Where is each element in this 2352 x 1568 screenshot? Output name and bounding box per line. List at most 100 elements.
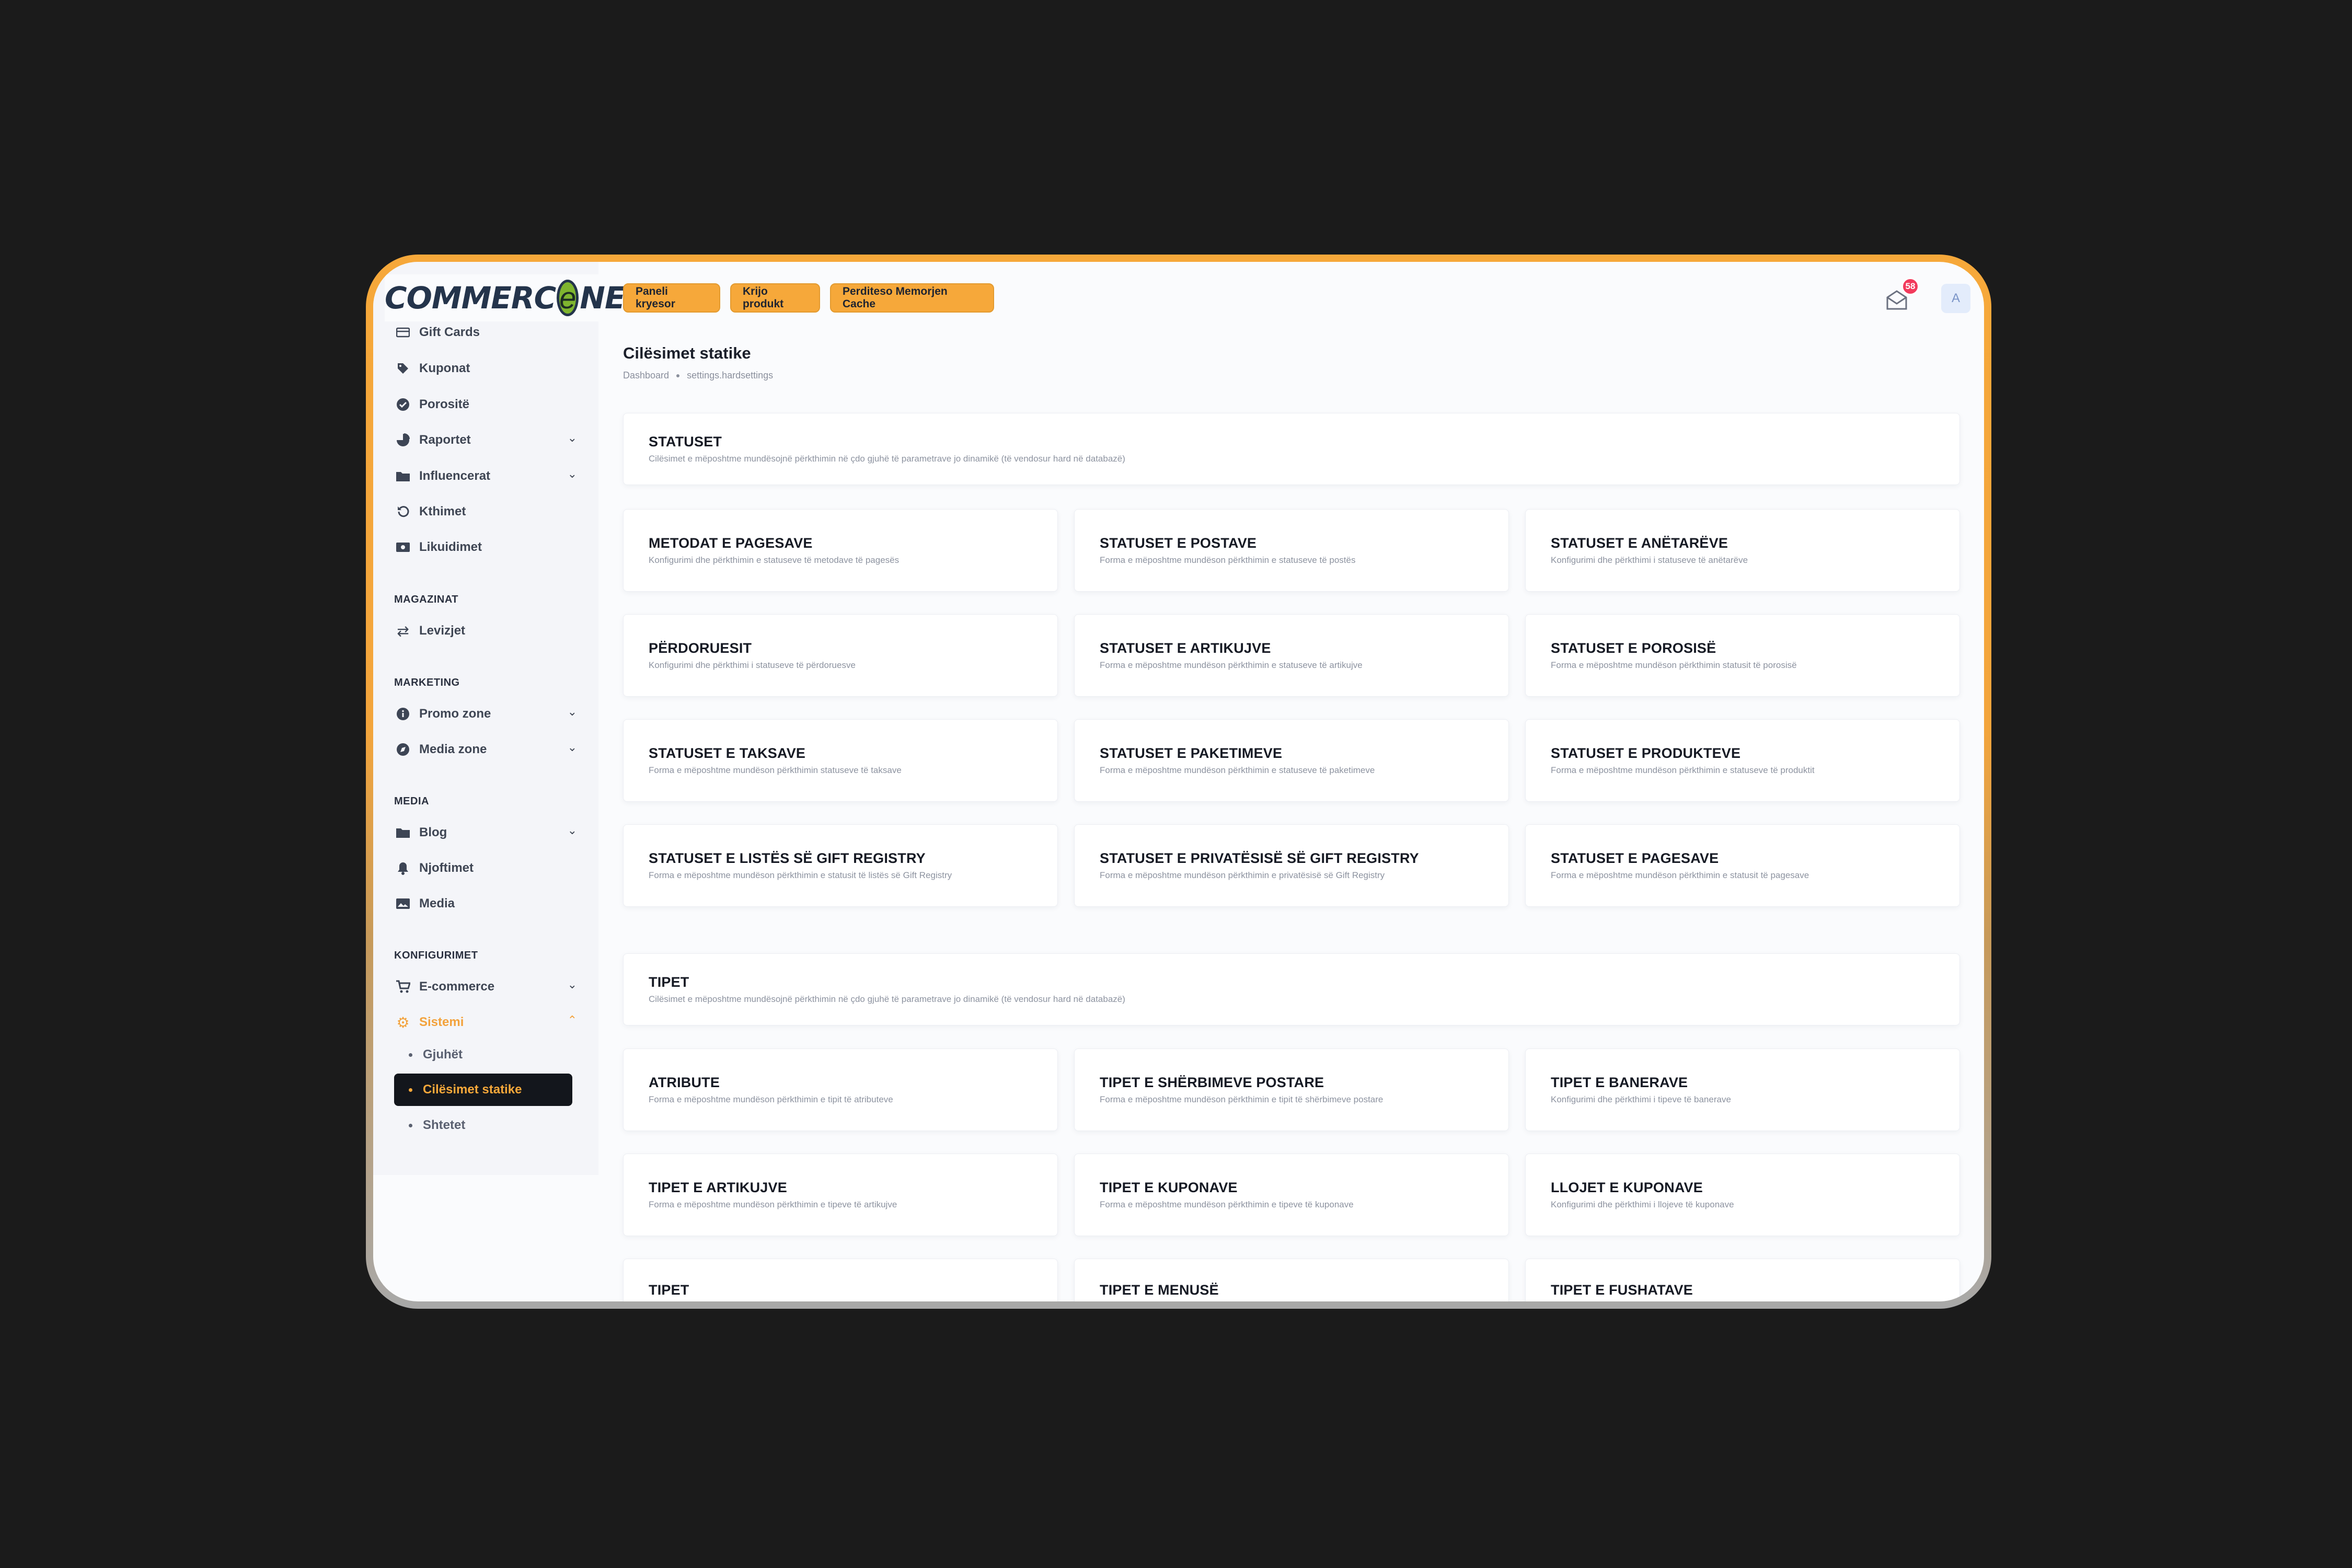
images-icon: [394, 895, 412, 913]
breadcrumb: Dashboard settings.hardsettings: [623, 370, 773, 381]
card-desc: Forma e mëposhtme mundëson përkthimin e …: [649, 870, 952, 880]
settings-card[interactable]: TIPET E MENUSË: [1074, 1259, 1509, 1301]
sidebar-item-blog[interactable]: Blog ⌄: [394, 817, 577, 848]
info-icon: [394, 705, 412, 723]
tag-icon: [394, 360, 412, 377]
sidebar-item-promo-zone[interactable]: Promo zone ⌄: [394, 699, 577, 729]
submenu-item-gjuhet[interactable]: Gjuhët: [394, 1039, 572, 1071]
settings-card[interactable]: STATUSET E ANËTARËVE Konfigurimi dhe për…: [1525, 509, 1960, 592]
chevron-up-icon: ⌃: [567, 1013, 577, 1027]
section-title-media: MEDIA: [394, 795, 429, 807]
folder-icon: [394, 824, 412, 841]
card-desc: Konfigurimi dhe përkthimin e statuseve t…: [649, 555, 900, 565]
avatar[interactable]: A: [1941, 284, 1970, 313]
sidebar-item-label: Media: [419, 896, 455, 910]
sidebar-item-njoftimet[interactable]: Njoftimet: [394, 853, 577, 883]
notification-badge: 58: [1901, 278, 1919, 295]
device-frame: Gift Cards Kuponat Porositë Raportet ⌄ I…: [366, 255, 1991, 1309]
sidebar-item-label: Media zone: [419, 742, 487, 756]
sidebar: Gift Cards Kuponat Porositë Raportet ⌄ I…: [373, 262, 598, 1175]
card-desc: Forma e mëposhtme mundëson përkthimin e …: [1100, 765, 1375, 775]
sidebar-item-media[interactable]: Media: [394, 889, 577, 919]
app-screen: Gift Cards Kuponat Porositë Raportet ⌄ I…: [373, 262, 1984, 1301]
settings-card[interactable]: TIPET E ARTIKUJVE Forma e mëposhtme mund…: [623, 1154, 1058, 1236]
settings-card[interactable]: PËRDORUESIT Konfigurimi dhe përkthimi i …: [623, 614, 1058, 697]
submenu-item-label: Shtetet: [423, 1118, 466, 1132]
sidebar-item-kuponat[interactable]: Kuponat: [394, 353, 577, 384]
section-title-magazinat: MAGAZINAT: [394, 594, 458, 605]
sidebar-item-sistemi[interactable]: ⚙ Sistemi ⌃: [394, 1007, 577, 1037]
sidebar-item-influencerat[interactable]: Influencerat ⌄: [394, 461, 577, 491]
settings-card[interactable]: STATUSET E PAKETIMEVE Forma e mëposhtme …: [1074, 719, 1509, 802]
settings-card[interactable]: TIPET E BANERAVE Konfigurimi dhe përkthi…: [1525, 1048, 1960, 1131]
dashboard-button[interactable]: Paneli kryesor: [623, 283, 720, 313]
settings-card[interactable]: STATUSET E ARTIKUJVE Forma e mëposhtme m…: [1074, 614, 1509, 697]
card-desc: Forma e mëposhtme mundëson përkthimin st…: [649, 765, 902, 775]
update-cache-button[interactable]: Perditeso Memorjen Cache: [830, 283, 994, 313]
sidebar-item-label: Levizjet: [419, 624, 466, 638]
settings-card[interactable]: STATUSET E POSTAVE Forma e mëposhtme mun…: [1074, 509, 1509, 592]
money-icon: [394, 538, 412, 556]
compass-icon: [394, 741, 412, 758]
card-desc: Forma e mëposhtme mundëson përkthimin e …: [1551, 765, 1815, 775]
sidebar-item-kthimet[interactable]: Kthimet: [394, 497, 577, 527]
card-icon: [394, 324, 412, 341]
section-header-tipet: TIPET Cilësimet e mëposhtme mundësojnë p…: [623, 953, 1960, 1025]
breadcrumb-current: settings.hardsettings: [687, 370, 774, 381]
breadcrumb-dashboard[interactable]: Dashboard: [623, 370, 669, 381]
card-title: STATUSET E PAGESAVE: [1551, 850, 1719, 866]
brand-logo[interactable]: COMMERC e NE: [385, 274, 626, 321]
card-desc: Forma e mëposhtme mundëson përkthimin e …: [1100, 870, 1385, 880]
settings-card[interactable]: TIPET: [623, 1259, 1058, 1301]
settings-card[interactable]: STATUSET E LISTËS SË GIFT REGISTRY Forma…: [623, 824, 1058, 907]
settings-card[interactable]: ATRIBUTE Forma e mëposhtme mundëson përk…: [623, 1048, 1058, 1131]
settings-card[interactable]: STATUSET E PRIVATËSISË SË GIFT REGISTRY …: [1074, 824, 1509, 907]
sidebar-item-porosite[interactable]: Porositë: [394, 389, 577, 420]
card-title: STATUSET E TAKSAVE: [649, 745, 806, 761]
settings-card[interactable]: TIPET E KUPONAVE Forma e mëposhtme mundë…: [1074, 1154, 1509, 1236]
card-desc: Forma e mëposhtme mundëson përkthimin e …: [1100, 555, 1356, 565]
sidebar-item-gift-cards[interactable]: Gift Cards: [394, 317, 577, 348]
card-title: STATUSET E PAKETIMEVE: [1100, 745, 1283, 761]
bell-icon: [394, 859, 412, 877]
card-title: LLOJET E KUPONAVE: [1551, 1179, 1703, 1195]
submenu-item-shtetet[interactable]: Shtetet: [394, 1109, 572, 1142]
sidebar-item-levizjet[interactable]: ⇄ Levizjet: [394, 616, 577, 646]
chevron-down-icon: ⌄: [567, 741, 577, 754]
exchange-icon: ⇄: [397, 622, 409, 639]
sidebar-item-e-commerce[interactable]: E-commerce ⌄: [394, 972, 577, 1002]
folder-icon: [394, 467, 412, 485]
settings-card[interactable]: STATUSET E TAKSAVE Forma e mëposhtme mun…: [623, 719, 1058, 802]
settings-card[interactable]: STATUSET E PAGESAVE Forma e mëposhtme mu…: [1525, 824, 1960, 907]
card-title: TIPET E BANERAVE: [1551, 1074, 1688, 1090]
settings-card[interactable]: TIPET E SHËRBIMEVE POSTARE Forma e mëpos…: [1074, 1048, 1509, 1131]
section-header-title: TIPET: [649, 974, 689, 990]
card-title: TIPET E MENUSË: [1100, 1282, 1219, 1298]
card-desc: Forma e mëposhtme mundëson përkthimin e …: [649, 1094, 893, 1104]
settings-card[interactable]: STATUSET E POROSISË Forma e mëposhtme mu…: [1525, 614, 1960, 697]
card-desc: Konfigurimi dhe përkthimi i statuseve të…: [1551, 555, 1748, 565]
card-title: TIPET: [649, 1282, 689, 1298]
sidebar-item-label: Kuponat: [419, 361, 470, 375]
settings-card[interactable]: LLOJET E KUPONAVE Konfigurimi dhe përkth…: [1525, 1154, 1960, 1236]
submenu-item-cilesimet-statike[interactable]: Cilësimet statike: [394, 1074, 572, 1106]
sidebar-item-media-zone[interactable]: Media zone ⌄: [394, 734, 577, 765]
card-desc: Forma e mëposhtme mundëson përkthimin e …: [1100, 660, 1363, 670]
card-desc: Forma e mëposhtme mundëson përkthimin st…: [1551, 660, 1797, 670]
bullet-icon: [409, 1088, 412, 1092]
section-header-statuset: STATUSET Cilësimet e mëposhtme mundësojn…: [623, 413, 1960, 485]
sidebar-item-label: Blog: [419, 825, 447, 839]
card-title: ATRIBUTE: [649, 1074, 720, 1090]
settings-card[interactable]: METODAT E PAGESAVE Konfigurimi dhe përkt…: [623, 509, 1058, 592]
card-title: PËRDORUESIT: [649, 640, 752, 656]
sidebar-item-raportet[interactable]: Raportet ⌄: [394, 425, 577, 455]
settings-card[interactable]: STATUSET E PRODUKTEVE Forma e mëposhtme …: [1525, 719, 1960, 802]
settings-card[interactable]: TIPET E FUSHATAVE: [1525, 1259, 1960, 1301]
section-header-desc: Cilësimet e mëposhtme mundësojnë përkthi…: [649, 994, 1125, 1004]
sidebar-item-label: E-commerce: [419, 979, 495, 994]
chevron-down-icon: ⌄: [567, 467, 577, 480]
sidebar-item-likuidimet[interactable]: Likuidimet: [394, 532, 577, 562]
card-title: TIPET E KUPONAVE: [1100, 1179, 1238, 1195]
create-product-button[interactable]: Krijo produkt: [730, 283, 820, 313]
card-desc: Konfigurimi dhe përkthimi i llojeve të k…: [1551, 1199, 1734, 1209]
